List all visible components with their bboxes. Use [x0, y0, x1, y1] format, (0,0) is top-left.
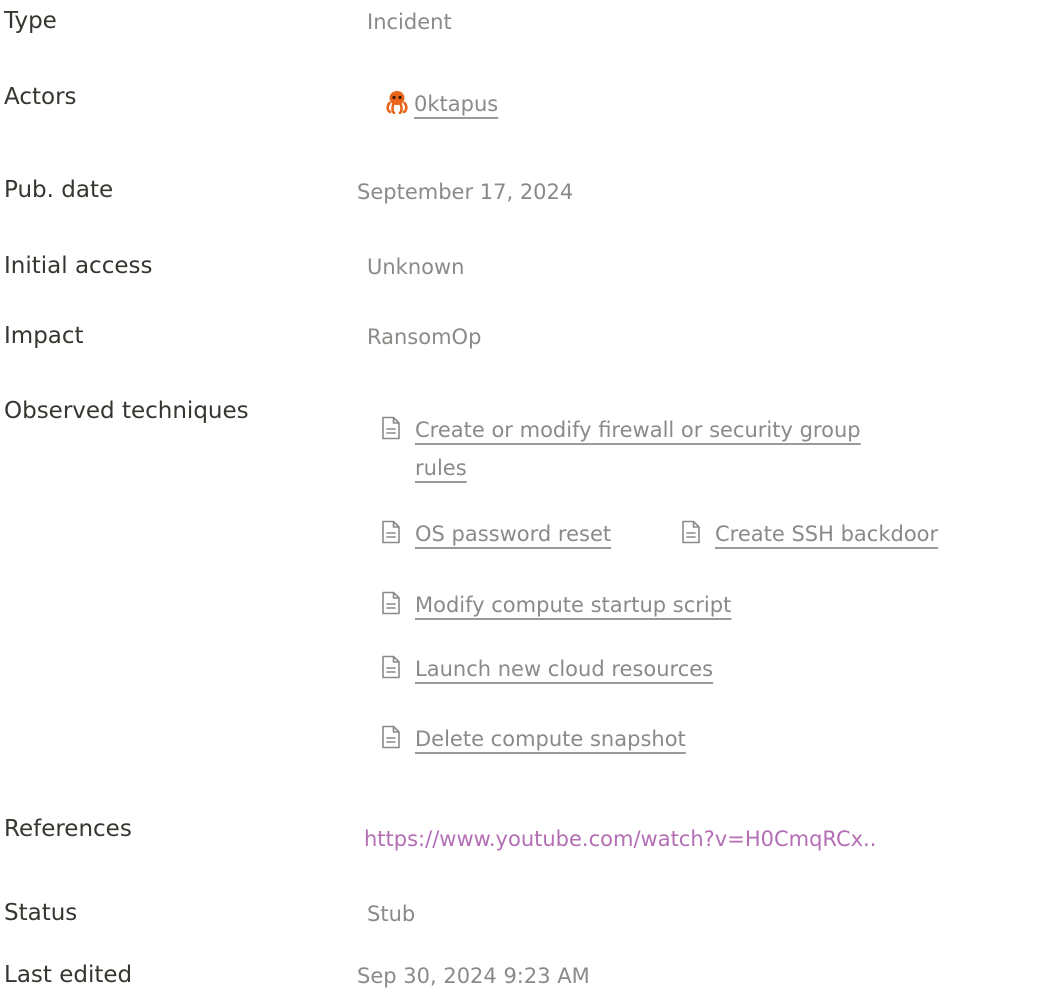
technique-link[interactable]: Create or modify firewall or security gr…: [415, 418, 861, 442]
technique-item[interactable]: Delete compute snapshot: [381, 727, 686, 751]
property-label-initial-access: Initial access: [4, 253, 153, 279]
technique-item-continuation[interactable]: rules: [415, 456, 467, 480]
property-value-impact[interactable]: RansomOp: [367, 325, 481, 349]
technique-item[interactable]: Create SSH backdoor: [681, 522, 938, 546]
actor-item[interactable]: 0ktapus: [386, 90, 498, 116]
technique-link[interactable]: Launch new cloud resources: [415, 657, 713, 681]
technique-link[interactable]: Delete compute snapshot: [415, 727, 686, 751]
property-value-type[interactable]: Incident: [367, 10, 452, 34]
property-value-initial-access[interactable]: Unknown: [367, 255, 464, 279]
document-icon: [381, 655, 401, 679]
property-value-last-edited: Sep 30, 2024 9:23 AM: [357, 964, 590, 988]
document-icon: [381, 725, 401, 749]
technique-link[interactable]: Create SSH backdoor: [715, 522, 938, 546]
property-label-observed-techniques: Observed techniques: [4, 398, 249, 424]
property-label-last-edited: Last edited: [4, 962, 133, 988]
document-icon: [381, 520, 401, 544]
technique-link[interactable]: Modify compute startup script: [415, 593, 731, 617]
reference-link[interactable]: https://www.youtube.com/watch?v=H0CmqRCx…: [364, 827, 1049, 851]
property-label-pub-date: Pub. date: [4, 177, 114, 203]
actor-link[interactable]: 0ktapus: [414, 92, 498, 116]
property-value-status[interactable]: Stub: [367, 902, 415, 926]
technique-link[interactable]: rules: [415, 456, 467, 480]
property-value-pub-date[interactable]: September 17, 2024: [357, 180, 573, 204]
technique-item[interactable]: Create or modify firewall or security gr…: [381, 418, 861, 442]
octopus-icon: [386, 91, 408, 114]
document-icon: [381, 591, 401, 615]
document-icon: [381, 416, 401, 440]
technique-item[interactable]: Modify compute startup script: [381, 593, 731, 617]
technique-item[interactable]: OS password reset: [381, 522, 611, 546]
property-label-status: Status: [4, 900, 78, 926]
technique-link[interactable]: OS password reset: [415, 522, 611, 546]
document-icon: [681, 520, 701, 544]
property-label-type: Type: [4, 8, 57, 34]
property-label-references: References: [4, 816, 132, 842]
technique-item[interactable]: Launch new cloud resources: [381, 657, 713, 681]
property-label-impact: Impact: [4, 323, 84, 349]
property-label-actors: Actors: [4, 84, 77, 110]
